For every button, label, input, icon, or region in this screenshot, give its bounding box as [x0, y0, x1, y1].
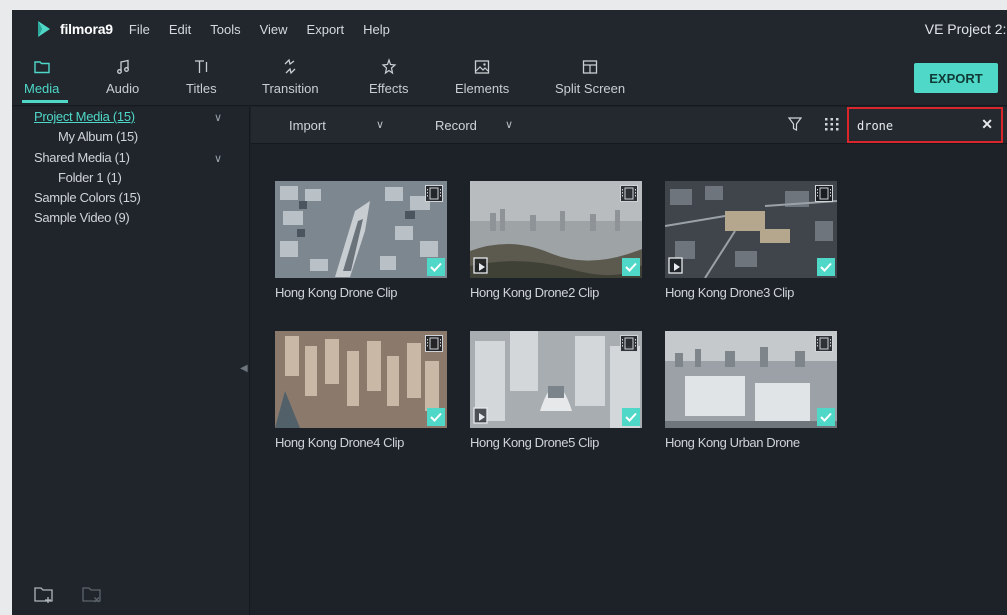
record-chevron-down-icon[interactable]: ∨: [505, 118, 513, 131]
film-strip-icon: [815, 335, 833, 352]
tab-audio[interactable]: Audio: [106, 56, 139, 96]
video-play-icon: [473, 257, 491, 275]
film-strip-icon: [425, 185, 443, 202]
effects-icon: [380, 56, 398, 78]
aerial-city-thumbnail: [275, 181, 447, 278]
app-name: filmora9: [60, 21, 113, 37]
sidebar-item-sample-colors[interactable]: Sample Colors (15): [34, 190, 141, 205]
clip-name: Hong Kong Drone3 Clip: [665, 285, 794, 300]
tab-split-screen-label: Split Screen: [555, 81, 626, 96]
app-logo: filmora9: [34, 19, 113, 39]
tab-elements-label: Elements: [455, 81, 510, 96]
music-note-icon: [114, 56, 132, 78]
media-clip[interactable]: Hong Kong Drone2 Clip: [470, 181, 645, 300]
dense-towers-thumbnail: [275, 331, 447, 428]
menu-tools[interactable]: Tools: [210, 22, 240, 37]
checkmark-icon: [817, 408, 835, 426]
sidebar-item-shared-media[interactable]: Shared Media (1): [34, 150, 130, 165]
export-button[interactable]: EXPORT: [914, 63, 998, 93]
tab-transition-label: Transition: [262, 81, 319, 96]
tab-effects-label: Effects: [369, 81, 409, 96]
clip-name: Hong Kong Drone2 Clip: [470, 285, 599, 300]
search-input[interactable]: [857, 116, 983, 136]
film-strip-icon: [620, 335, 638, 352]
sidebar-item-project-media[interactable]: Project Media (15): [34, 109, 135, 124]
main-toolbar: Media Audio Titles Transition Effects El…: [12, 48, 1007, 106]
image-icon: [473, 56, 491, 78]
tab-effects[interactable]: Effects: [369, 56, 409, 96]
tab-titles-label: Titles: [186, 81, 217, 96]
media-toolbar: Import ∨ Record ∨ ✕: [251, 107, 1007, 144]
clip-name: Hong Kong Drone4 Clip: [275, 435, 404, 450]
video-play-icon: [668, 257, 686, 275]
tab-transition[interactable]: Transition: [262, 56, 319, 96]
clip-thumbnail[interactable]: [665, 331, 837, 428]
text-icon: [192, 56, 210, 78]
folder-icon: [33, 56, 51, 78]
chevron-down-icon[interactable]: ∨: [214, 152, 222, 165]
tab-media-label: Media: [24, 81, 60, 96]
ship-building-thumbnail: [470, 331, 642, 428]
media-library-sidebar: Project Media (15) ∨ My Album (15) Share…: [12, 107, 250, 615]
tab-media[interactable]: Media: [24, 56, 59, 96]
clip-thumbnail[interactable]: [665, 181, 837, 278]
media-clip[interactable]: Hong Kong Drone Clip: [275, 181, 450, 300]
urban-skyline-thumbnail: [665, 331, 837, 428]
title-bar: filmora9 File Edit Tools View Export Hel…: [12, 10, 1007, 48]
menu-file[interactable]: File: [129, 22, 150, 37]
active-tab-indicator: [22, 100, 68, 103]
sidebar-item-folder-1[interactable]: Folder 1 (1): [58, 170, 122, 185]
tab-elements[interactable]: Elements: [455, 56, 509, 96]
menu-view[interactable]: View: [260, 22, 288, 37]
import-chevron-down-icon[interactable]: ∨: [376, 118, 384, 131]
tab-audio-label: Audio: [106, 81, 140, 96]
checkmark-icon: [427, 258, 445, 276]
search-box: ✕: [847, 107, 1003, 143]
split-screen-icon: [581, 56, 599, 78]
project-title: VE Project 2: (: [924, 21, 1007, 37]
checkmark-icon: [817, 258, 835, 276]
menu-bar: File Edit Tools View Export Help: [129, 22, 409, 37]
clip-thumbnail[interactable]: [470, 181, 642, 278]
clear-search-icon[interactable]: ✕: [981, 116, 993, 133]
grid-view-icon[interactable]: [824, 116, 840, 137]
sidebar-item-my-album[interactable]: My Album (15): [58, 129, 138, 144]
tab-split-screen[interactable]: Split Screen: [555, 56, 625, 96]
filmora-logo-icon: [38, 21, 50, 37]
film-strip-icon: [425, 335, 443, 352]
clip-thumbnail[interactable]: [275, 331, 447, 428]
checkmark-icon: [427, 408, 445, 426]
menu-edit[interactable]: Edit: [169, 22, 191, 37]
aerial-rooftops-thumbnail: [665, 181, 837, 278]
media-clip[interactable]: Hong Kong Drone5 Clip: [470, 331, 645, 450]
checkmark-icon: [622, 258, 640, 276]
collapse-sidebar-icon[interactable]: ◀: [240, 363, 248, 374]
checkmark-icon: [622, 408, 640, 426]
tab-titles[interactable]: Titles: [186, 56, 217, 96]
video-play-icon: [473, 407, 491, 425]
film-strip-icon: [815, 185, 833, 202]
filter-icon[interactable]: [787, 116, 803, 137]
record-button[interactable]: Record: [435, 118, 477, 133]
sidebar-item-sample-video[interactable]: Sample Video (9): [34, 210, 130, 225]
media-clip[interactable]: Hong Kong Drone3 Clip: [665, 181, 840, 300]
menu-export[interactable]: Export: [307, 22, 345, 37]
film-strip-icon: [620, 185, 638, 202]
clip-name: Hong Kong Drone Clip: [275, 285, 398, 300]
clip-thumbnail[interactable]: [275, 181, 447, 278]
menu-help[interactable]: Help: [363, 22, 390, 37]
clip-name: Hong Kong Drone5 Clip: [470, 435, 599, 450]
clip-thumbnail[interactable]: [470, 331, 642, 428]
media-clip[interactable]: Hong Kong Urban Drone: [665, 331, 840, 450]
filmora-window: filmora9 File Edit Tools View Export Hel…: [12, 10, 1007, 615]
transition-icon: [281, 56, 299, 78]
clip-name: Hong Kong Urban Drone: [665, 435, 800, 450]
foggy-hills-thumbnail: [470, 181, 642, 278]
media-panel: Import ∨ Record ∨ ✕: [251, 107, 1007, 615]
media-clip[interactable]: Hong Kong Drone4 Clip: [275, 331, 450, 450]
delete-folder-icon[interactable]: [82, 585, 104, 610]
chevron-down-icon[interactable]: ∨: [214, 111, 222, 124]
new-folder-icon[interactable]: [34, 585, 56, 610]
import-button[interactable]: Import: [289, 118, 326, 133]
